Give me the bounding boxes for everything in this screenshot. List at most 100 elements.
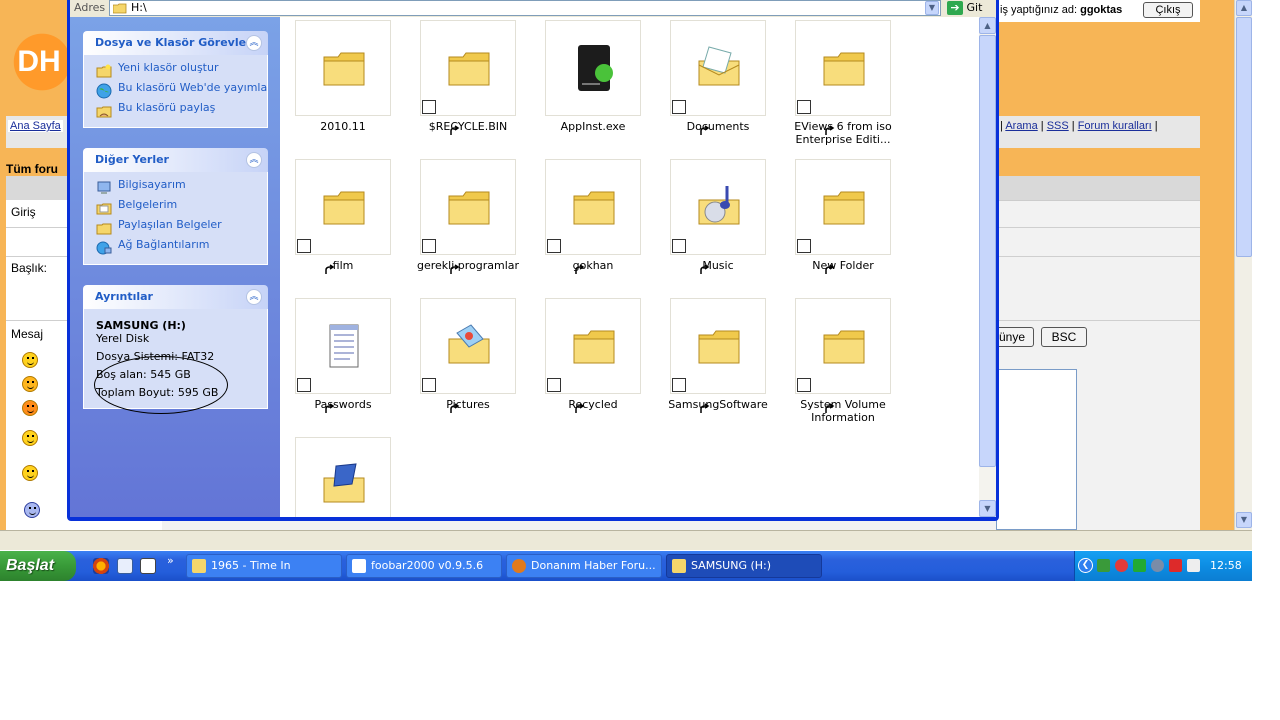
folder-icon [573,191,615,225]
place-shared-documents[interactable]: Paylaşılan Belgeler [96,218,267,238]
task-new-folder[interactable]: Yeni klasör oluştur [96,61,267,81]
file-item[interactable]: New Folder [780,156,891,291]
panel-title: Diğer Yerler [95,153,169,166]
nav-faq-link[interactable]: SSS [1047,120,1069,132]
scroll-up-arrow-icon[interactable]: ▲ [1236,0,1252,16]
new-folder-icon [96,64,112,78]
task-publish-web[interactable]: Bu klasörü Web'de yayımla [96,81,267,101]
nav-home-link[interactable]: Ana Sayfa [8,120,63,132]
forum-logo: DH [8,24,70,100]
place-label: Paylaşılan Belgeler [118,218,222,231]
smile-emoticon-icon[interactable] [22,352,38,368]
place-my-documents[interactable]: Belgelerim [96,198,267,218]
taskbar-button[interactable]: 1965 - Time In [186,554,342,578]
explorer-window: Adres H:\ ▼ ➔ Git Dosya ve Klasör Görevl… [67,0,999,521]
blue-emoticon-icon[interactable] [24,502,40,518]
clock: 12:58 [1210,559,1242,572]
shortcut-arrow-icon [547,239,585,274]
scroll-down-arrow-icon[interactable]: ▼ [1236,512,1252,528]
file-item[interactable]: System Volume Information [780,295,891,430]
file-item[interactable] [280,434,391,517]
file-item[interactable]: AppInst.exe [530,17,641,152]
page-scroll-thumb[interactable] [1236,17,1252,257]
page-scrollbar[interactable]: ▲ ▼ [1234,0,1252,530]
file-item[interactable]: $RECYCLE.BIN [405,17,516,152]
tray-app-icon[interactable] [1169,559,1182,572]
bsc-format-button[interactable]: BSC [1041,327,1087,347]
file-item[interactable]: film [280,156,391,291]
nav-search-link[interactable]: Arama [1005,120,1037,132]
place-network[interactable]: Ağ Bağlantılarım [96,238,267,258]
file-thumbnail [420,159,516,274]
file-item[interactable]: SamsungSoftware [655,295,768,430]
file-thumbnail [295,437,391,517]
collapse-chevron-icon[interactable]: ︽ [246,152,262,168]
go-button[interactable]: ➔ Git [947,0,993,16]
tray-app-icon[interactable] [1133,559,1146,572]
share-folder-icon [96,106,112,118]
nav-rules-link[interactable]: Forum kuralları [1078,120,1152,132]
system-tray: ❮ 12:58 [1074,551,1252,581]
chevron-down-icon[interactable]: ▼ [925,1,939,15]
file-thumbnail [545,159,641,274]
file-item[interactable]: gokhan [530,156,641,291]
place-my-computer[interactable]: Bilgisayarım [96,178,267,198]
chevron-right-icon[interactable]: » [167,554,174,567]
file-item[interactable]: gerekli programlar [405,156,519,291]
exe-icon [578,45,613,91]
file-thumbnail [420,298,516,413]
message-label: Mesaj [11,327,44,341]
foobar-icon[interactable] [140,558,156,574]
address-value: H:\ [131,1,147,14]
scroll-up-arrow-icon[interactable]: ▲ [979,17,996,34]
folder-icon [448,191,490,225]
show-desktop-icon[interactable] [117,558,133,574]
file-item[interactable]: 2010.11 [280,17,391,152]
file-view-scrollbar[interactable]: ▲ ▼ [979,17,996,517]
file-item[interactable]: EViews 6 from iso Enterprise Editi... [780,17,892,152]
tray-app-icon[interactable] [1097,559,1110,572]
message-textarea[interactable] [996,369,1077,530]
tray-app-icon[interactable] [1151,559,1164,572]
start-button[interactable]: Başlat [0,551,76,581]
file-thumbnail [295,159,391,274]
tray-app-icon[interactable] [1115,559,1128,572]
logged-in-user: ggoktas [1080,4,1123,16]
file-name: gokhan [572,259,614,272]
panel-header[interactable]: Ayrıntılar ︽ [83,285,268,309]
collapse-chevron-icon[interactable]: ︽ [246,35,262,51]
file-item[interactable]: Documents [655,17,766,152]
panel-header[interactable]: Dosya ve Klasör Görevleri ︽ [83,31,268,55]
taskbar-button[interactable]: foobar2000 v0.9.5.6 [346,554,502,578]
logged-in-text: iş yaptığınız ad: ggoktas [1000,4,1122,16]
file-name: Documents [686,120,750,133]
panel-header[interactable]: Diğer Yerler ︽ [83,148,268,172]
file-item[interactable]: Passwords [280,295,391,430]
scroll-down-arrow-icon[interactable]: ▼ [979,500,996,517]
folder-icon [823,330,865,364]
details-panel: Ayrıntılar ︽ SAMSUNG (H:) Yerel Disk Dos… [83,285,268,414]
title-label: Başlık: [11,261,48,275]
drive-type: Yerel Disk [96,332,150,345]
task-share-folder[interactable]: Bu klasörü paylaş [96,101,267,121]
file-item[interactable]: Pictures [405,295,516,430]
file-view-scroll-thumb[interactable] [979,35,996,467]
firefox-icon[interactable] [93,558,109,574]
taskbar-button[interactable]: SAMSUNG (H:) [666,554,822,578]
file-thumbnail [795,298,891,413]
grin-emoticon-icon[interactable] [22,400,38,416]
cool-emoticon-icon[interactable] [22,430,38,446]
confused-emoticon-icon[interactable] [22,465,38,481]
file-name: System Volume Information [800,398,886,424]
file-item[interactable]: Music [655,156,766,291]
file-item[interactable]: Recycled [530,295,641,430]
devil-emoticon-icon[interactable] [22,376,38,392]
collapse-chevron-icon[interactable]: ︽ [246,289,262,305]
volume-icon[interactable] [1187,559,1200,572]
taskbar-button[interactable]: Donanım Haber Foru... [506,554,662,578]
chevron-left-icon[interactable]: ❮ [1078,558,1093,573]
firefox-icon [512,559,526,573]
address-field[interactable]: H:\ ▼ [109,0,941,16]
folder-icon [192,559,206,573]
logout-button[interactable]: Çıkış [1143,2,1193,18]
